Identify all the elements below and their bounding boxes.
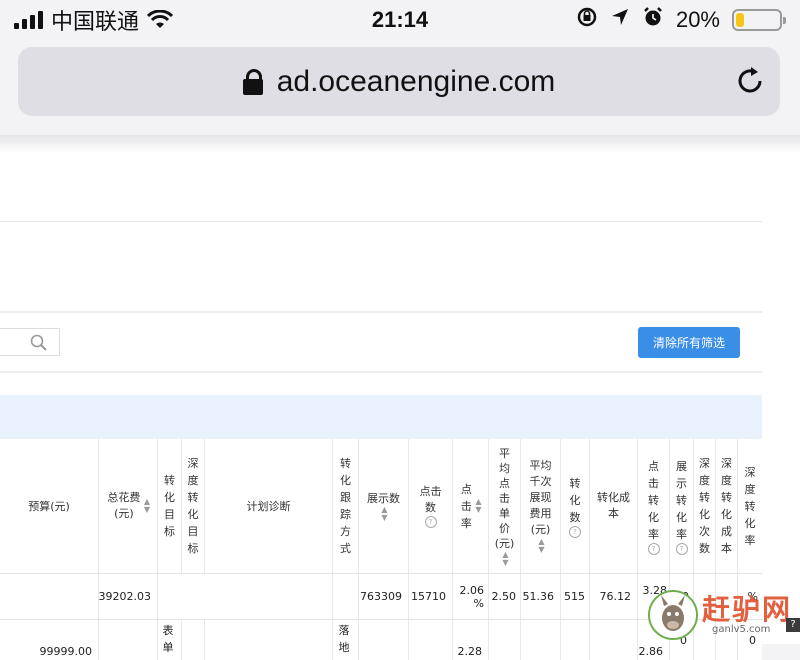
page-content: 清除所有筛选 预算(元) 总花费(元) ▲ ▼ 转化目标 深度转化目标 计划诊断 转…	[0, 135, 800, 660]
signal-icon	[14, 11, 43, 29]
cell-empty	[158, 574, 333, 619]
divider	[0, 311, 762, 313]
cell-total-cost: 39202.03	[99, 574, 158, 619]
wifi-icon	[147, 10, 174, 30]
header-conversions[interactable]: 转化数?	[561, 439, 590, 573]
header-ctr[interactable]: 点击率 ▲ ▼	[453, 439, 489, 573]
header-impressions[interactable]: 展示数 ▲ ▼	[359, 439, 409, 573]
status-bar: 中国联通 21:14 20%	[0, 0, 800, 40]
header-budget[interactable]: 预算(元)	[0, 439, 99, 573]
status-left: 中国联通	[0, 4, 174, 36]
header-avg-cpm[interactable]: 平均千次展现费用(元) ▲ ▼	[521, 439, 561, 573]
sort-icon[interactable]: ▲ ▼	[475, 498, 481, 514]
battery-percent: 20%	[675, 7, 720, 32]
status-right: 20%	[576, 6, 800, 34]
header-click-conv-rate[interactable]: 点击转化率?	[638, 439, 670, 573]
help-icon[interactable]: ?	[647, 542, 660, 555]
cell-impressions	[359, 620, 409, 660]
battery-icon	[732, 9, 786, 31]
header-conv-cost[interactable]: 转化成本	[590, 439, 638, 573]
cell-conv-tracking: 落地	[333, 620, 359, 660]
header-deep-conv-cost[interactable]: 深度转化成本	[716, 439, 738, 573]
sort-icon[interactable]: ▲ ▼	[381, 506, 387, 522]
sort-icon[interactable]: ▲ ▼	[538, 538, 544, 554]
cell-conv-cost: 76.12	[590, 574, 638, 619]
header-conv-tracking[interactable]: 转化跟踪方式	[333, 439, 359, 573]
clear-filters-button[interactable]: 清除所有筛选	[638, 327, 740, 358]
reload-icon[interactable]	[734, 65, 766, 101]
carrier-name: 中国联通	[51, 9, 140, 34]
header-conv-target[interactable]: 转化目标	[158, 439, 182, 573]
cell-conversions: 515	[561, 574, 590, 619]
divider	[0, 371, 762, 373]
location-icon	[610, 7, 630, 33]
lock-icon	[242, 68, 263, 95]
cell-ctr: 2.28	[453, 620, 489, 660]
rotation-lock-icon	[576, 6, 598, 34]
cell-budget: 99999.00	[0, 620, 99, 660]
help-icon[interactable]: ?	[675, 542, 688, 555]
help-icon[interactable]: ?	[424, 516, 437, 528]
header-deep-conv-rate[interactable]: 深度转化率	[738, 439, 762, 573]
header-total-cost[interactable]: 总花费(元) ▲ ▼	[99, 439, 158, 573]
cell-ctr: 2.06 %	[453, 574, 489, 619]
header-deep-conv-count[interactable]: 深度转化次数	[694, 439, 716, 573]
cell-avg-cpc: 2.50	[489, 574, 521, 619]
cell-total-cost	[99, 620, 158, 660]
cell-conversions	[561, 620, 590, 660]
cell-conv-cost	[590, 620, 638, 660]
divider	[0, 221, 762, 222]
header-clicks[interactable]: 点击数?	[409, 439, 453, 573]
table-toolbar-band	[0, 395, 762, 439]
cell-budget	[0, 574, 99, 619]
cell-deep-conv-target	[182, 620, 205, 660]
sort-icon[interactable]: ▲ ▼	[144, 498, 150, 514]
top-shadow	[0, 135, 800, 153]
cell-empty	[333, 574, 359, 619]
cell-avg-cpm	[521, 620, 561, 660]
cell-impressions: 763309	[359, 574, 409, 619]
header-plan-diagnosis[interactable]: 计划诊断	[205, 439, 333, 573]
help-icon[interactable]: ?	[569, 525, 581, 538]
table-header: 预算(元) 总花费(元) ▲ ▼ 转化目标 深度转化目标 计划诊断 转化跟踪方式 展…	[0, 439, 762, 574]
cell-conv-target: 表单	[158, 620, 182, 660]
cell-plan-diagnosis	[205, 620, 333, 660]
search-icon[interactable]	[30, 334, 48, 352]
cell-avg-cpm: 51.36	[521, 574, 561, 619]
donkey-logo-icon	[648, 590, 698, 640]
cell-avg-cpc	[489, 620, 521, 660]
header-avg-cpc[interactable]: 平均点击单价(元) ▲ ▼	[489, 439, 521, 573]
header-impr-conv-rate[interactable]: 展示转化率?	[670, 439, 694, 573]
header-deep-conv-target[interactable]: 深度转化目标	[182, 439, 205, 573]
sort-icon[interactable]: ▲ ▼	[502, 550, 508, 567]
address-bar[interactable]: ad.oceanengine.com	[18, 47, 780, 116]
help-icon[interactable]: ?	[786, 618, 800, 632]
cell-clicks	[409, 620, 453, 660]
alarm-icon	[642, 6, 664, 34]
watermark-domain: ganlv5.com	[712, 624, 771, 635]
cell-clicks: 15710	[409, 574, 453, 619]
url-text[interactable]: ad.oceanengine.com	[277, 65, 556, 99]
watermark: 赶驴网 ganlv5.com ?	[640, 588, 800, 644]
watermark-text: 赶驴网	[702, 593, 793, 626]
